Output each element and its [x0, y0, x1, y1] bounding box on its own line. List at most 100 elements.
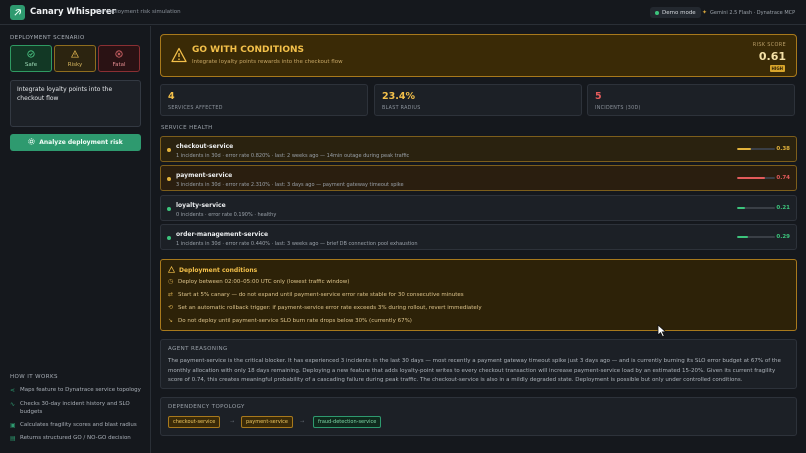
how-item-text: Returns structured GO / NO-GO decision: [20, 435, 131, 441]
warning-triangle-icon: [167, 265, 176, 275]
sparkle-icon: ✦: [702, 9, 708, 16]
x-circle-icon: [115, 49, 123, 60]
fragility-bar-fill: [737, 207, 745, 209]
condition-text: Set an automatic rollback trigger: if pa…: [178, 304, 482, 311]
risk-level-badge: HIGH: [769, 65, 785, 72]
check-circle-icon: [27, 49, 35, 60]
status-dot-icon: [167, 207, 171, 211]
fragility-bar-fill: [737, 177, 766, 179]
fragility-bar-fill: [737, 236, 749, 238]
split-icon: ⇄: [168, 291, 174, 298]
main-panel: GO WITH CONDITIONS Integrate loyalty poi…: [152, 26, 806, 453]
analyze-label: Analyze deployment risk: [39, 139, 123, 146]
verdict-banner: GO WITH CONDITIONS Integrate loyalty poi…: [160, 34, 797, 77]
fragility-score: 0.74: [776, 175, 790, 181]
fragility-score: 0.38: [776, 146, 790, 152]
service-name: checkout-service: [176, 143, 234, 150]
mouse-cursor-icon: [657, 324, 667, 338]
reasoning-text: The payment-service is the critical bloc…: [168, 358, 781, 383]
service-name: loyalty-service: [176, 202, 226, 209]
metric-value: 4: [168, 91, 175, 102]
condition-item: ◷ Deploy between 02:00–05:00 UTC only (l…: [168, 278, 349, 285]
service-detail: 1 incidents in 30d · error rate 0.440% ·…: [176, 241, 418, 247]
metric-value: 23.4%: [382, 91, 415, 102]
status-dot-icon: [167, 148, 171, 152]
status-dot-icon: [167, 236, 171, 240]
scenario-risky-label: Risky: [67, 61, 83, 68]
condition-text: Do not deploy until payment-service SLO …: [178, 317, 412, 324]
risk-score-value: 0.61: [758, 50, 786, 63]
condition-text: Deploy between 02:00–05:00 UTC only (low…: [178, 278, 350, 285]
fragility-score: 0.29: [776, 234, 790, 240]
how-item-text: Maps feature to Dynatrace service topolo…: [20, 387, 141, 393]
sidebar: DEPLOYMENT SCENARIO Safe Risky Fatal Int…: [0, 26, 151, 453]
scenario-risky-button[interactable]: Risky: [54, 45, 96, 72]
status-dot-icon: [655, 10, 659, 15]
scenario-safe-label: Safe: [24, 61, 38, 68]
top-bar: Canary Whisperer Pre-deployment risk sim…: [0, 0, 806, 25]
share-icon: ⋖: [10, 387, 16, 394]
how-item: ∿ Checks 30-day incident history and SLO…: [10, 401, 145, 416]
warning-triangle-icon: [171, 47, 187, 63]
service-detail: 0 incidents · error rate 0.190% · health…: [176, 212, 277, 218]
condition-item: ⟲ Set an automatic rollback trigger: if …: [168, 304, 482, 311]
topology-heading: DEPENDENCY TOPOLOGY: [168, 404, 245, 410]
arrow-right-icon: →: [300, 419, 305, 425]
fragility-bar-fill: [737, 148, 752, 150]
dependency-topology-panel: DEPENDENCY TOPOLOGY checkout-service → p…: [160, 397, 797, 436]
service-detail: 3 incidents in 30d · error rate 2.310% ·…: [176, 182, 404, 188]
model-label: Gemini 2.5 Flash · Dynatrace MCP: [710, 9, 796, 16]
warning-triangle-icon: [70, 49, 80, 60]
conditions-title-text: Deployment conditions: [179, 267, 258, 274]
service-row-loyalty[interactable]: loyalty-service 0 incidents · error rate…: [160, 195, 797, 221]
verdict-subtitle: Integrate loyalty points rewards into th…: [192, 59, 343, 65]
fragility-bar: [737, 236, 775, 238]
analyze-button[interactable]: Analyze deployment risk: [10, 134, 141, 151]
verdict-title: GO WITH CONDITIONS: [192, 45, 305, 55]
service-health-heading: SERVICE HEALTH: [161, 125, 213, 131]
status-dot-icon: [167, 177, 171, 181]
metric-incidents: 5 INCIDENTS (30D): [587, 84, 795, 116]
scenario-safe-button[interactable]: Safe: [10, 45, 52, 72]
service-row-payment[interactable]: payment-service 3 incidents in 30d · err…: [160, 165, 797, 191]
demo-mode-badge[interactable]: Demo mode: [650, 7, 701, 18]
service-row-order-management[interactable]: order-management-service 1 incidents in …: [160, 224, 797, 250]
metric-label: BLAST RADIUS: [382, 106, 421, 111]
fragility-score: 0.21: [776, 205, 790, 211]
how-item: ▤ Returns structured GO / NO-GO decision: [10, 435, 145, 443]
clipboard-check-icon: ▤: [10, 435, 16, 442]
topology-node-payment[interactable]: payment-service: [241, 416, 293, 428]
service-name: payment-service: [176, 172, 233, 179]
condition-item: ↘ Do not deploy until payment-service SL…: [168, 317, 412, 324]
calculator-icon: ▣: [10, 422, 16, 429]
reasoning-heading: AGENT REASONING: [168, 346, 228, 352]
trend-down-icon: ↘: [168, 317, 174, 324]
demo-mode-label: Demo mode: [662, 9, 696, 16]
metric-value: 5: [595, 91, 602, 102]
conditions-title: Deployment conditions: [167, 265, 258, 275]
topology-node-fraud-detection[interactable]: fraud-detection-service: [313, 416, 382, 428]
scenario-fatal-label: Fatal: [112, 61, 126, 68]
activity-icon: ∿: [10, 401, 16, 408]
metric-services-affected: 4 SERVICES AFFECTED: [160, 84, 368, 116]
service-row-checkout[interactable]: checkout-service 1 incidents in 30d · er…: [160, 136, 797, 162]
how-item-text: Checks 30-day incident history and SLO b…: [20, 401, 130, 415]
gear-icon: [28, 138, 35, 147]
arrow-right-icon: →: [230, 419, 235, 425]
fragility-bar: [737, 148, 775, 150]
fragility-bar: [737, 177, 775, 179]
clock-icon: ◷: [168, 278, 174, 285]
how-item: ▣ Calculates fragility scores and blast …: [10, 422, 145, 430]
how-item: ⋖ Maps feature to Dynatrace service topo…: [10, 387, 145, 395]
service-name: order-management-service: [176, 231, 269, 238]
metric-label: SERVICES AFFECTED: [168, 106, 223, 111]
feature-description-textarea[interactable]: Integrate loyalty points into the checko…: [10, 80, 141, 127]
topology-node-checkout[interactable]: checkout-service: [168, 416, 221, 428]
rollback-icon: ⟲: [168, 304, 174, 311]
fragility-bar: [737, 207, 775, 209]
app-subtitle: Pre-deployment risk simulation: [95, 9, 181, 15]
how-it-works-heading: HOW IT WORKS: [10, 374, 58, 380]
scenario-fatal-button[interactable]: Fatal: [98, 45, 140, 72]
condition-text: Start at 5% canary — do not expand until…: [178, 291, 464, 298]
condition-item: ⇄ Start at 5% canary — do not expand unt…: [168, 291, 464, 298]
